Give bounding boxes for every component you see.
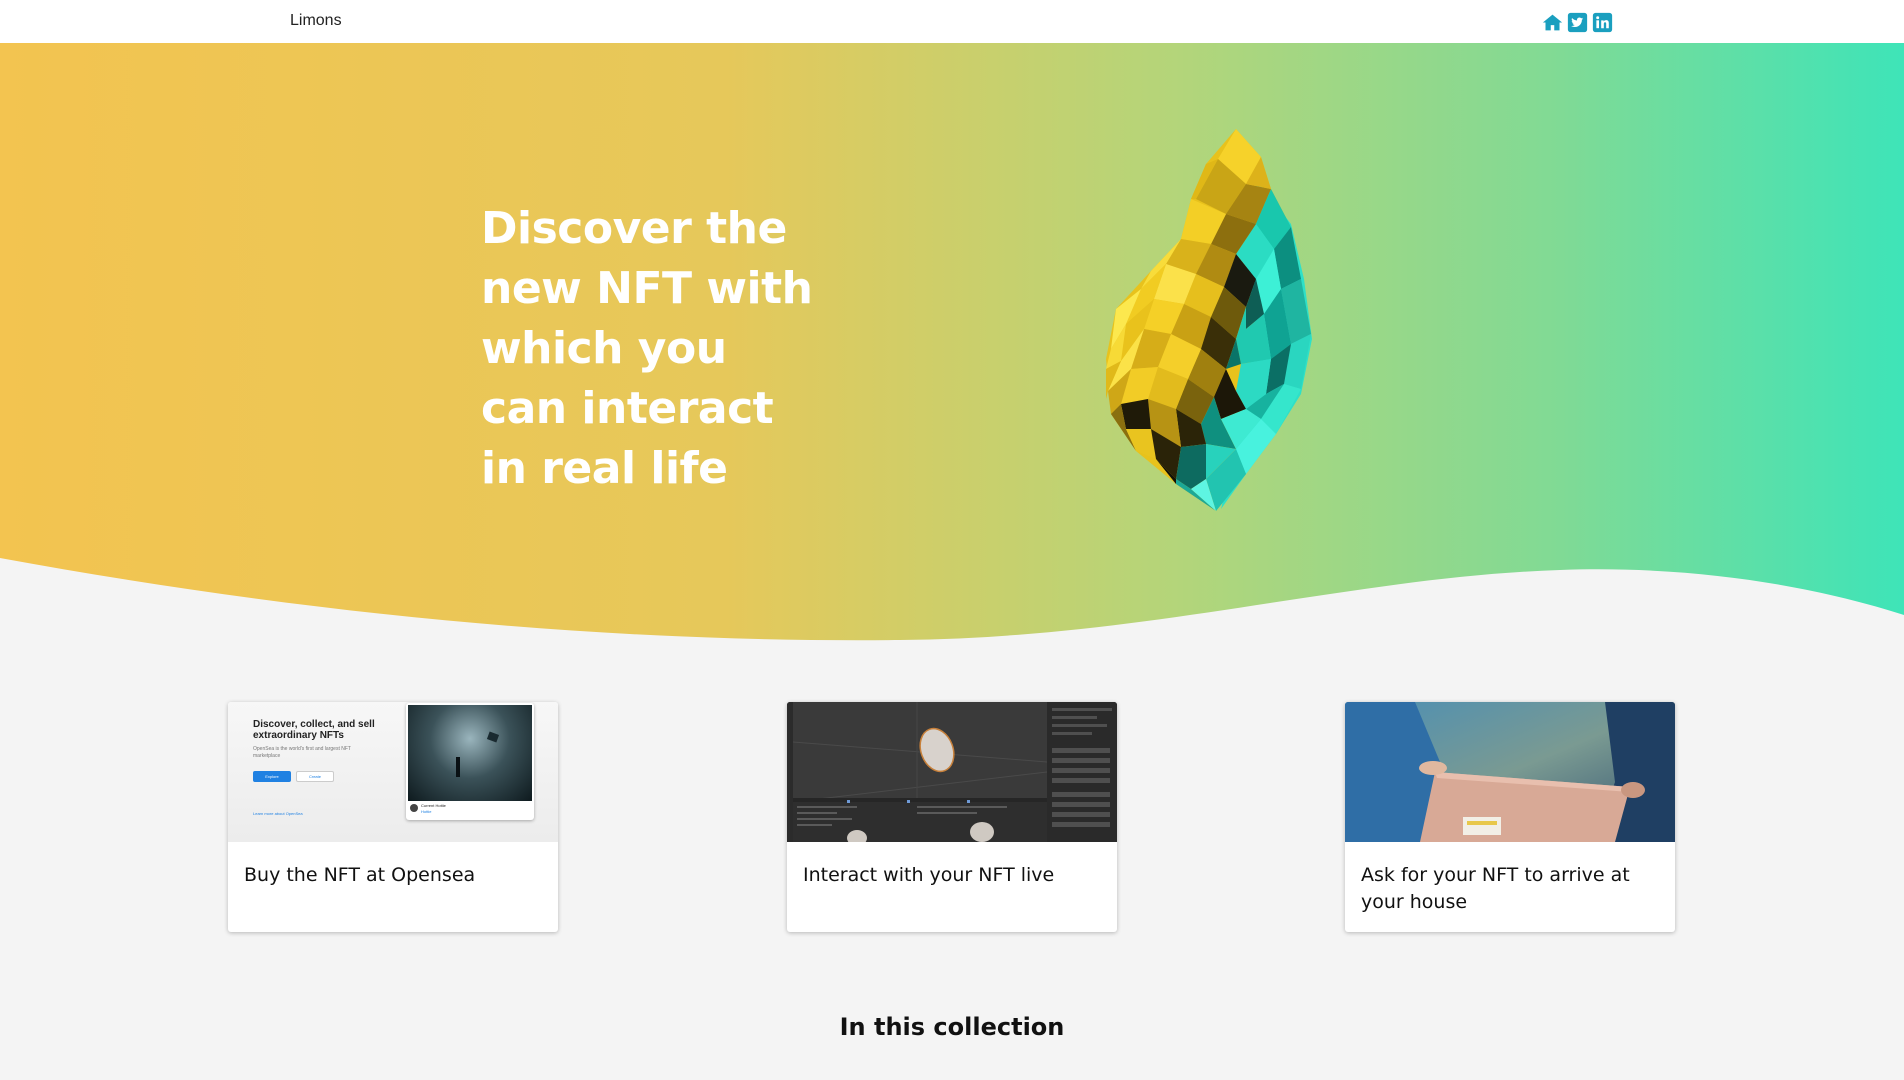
card-caption: Interact with your NFT live [803,864,1055,886]
hero-section: Discover the new NFT with which you can … [0,43,1904,658]
collection-heading: In this collection [839,1013,1065,1041]
hero-title: Discover the new NFT with which you can … [481,203,813,494]
thumb-create-button: Create [296,771,334,782]
card-caption: Buy the NFT at Opensea [244,864,476,886]
package-delivery-graphic [1345,702,1675,842]
thumb-learn-link: Learn more about OpenSea [253,811,303,816]
thumb-explore-button: Explore [253,771,291,782]
thumb-creator-name: Current Hottie [421,803,446,808]
thumb-heading: Discover, collect, and sell extraordinar… [253,719,375,741]
brand-link[interactable]: Limons [290,12,342,30]
card-opensea[interactable]: Discover, collect, and sell extraordinar… [228,702,558,932]
card-caption: Ask for your NFT to arrive at your house [1361,864,1630,913]
hero-wave-background [0,43,1904,641]
thumb-nft-card: Current Hottie Hottie [406,703,534,820]
thumb-text: OpenSea is the world's first and largest… [253,746,351,759]
social-icons [1542,12,1613,33]
feature-cards: Discover, collect, and sell extraordinar… [0,702,1904,934]
delivery-photo-thumbnail [1345,702,1675,842]
3d-editor-screenshot-thumbnail [787,702,1117,842]
card-delivery[interactable]: Ask for your NFT to arrive at your house [1345,702,1675,932]
thumb-nft-image [408,705,532,801]
navbar: Limons [0,0,1904,43]
card-interact-live[interactable]: Interact with your NFT live [787,702,1117,932]
home-icon[interactable] [1542,12,1563,33]
blender-viewport-graphic [787,702,1117,842]
nft-lemon-image [1106,129,1312,511]
twitter-icon[interactable] [1567,12,1588,33]
thumb-creator-sub: Hottie [421,809,432,814]
linkedin-icon[interactable] [1592,12,1613,33]
opensea-screenshot-thumbnail: Discover, collect, and sell extraordinar… [228,702,558,842]
